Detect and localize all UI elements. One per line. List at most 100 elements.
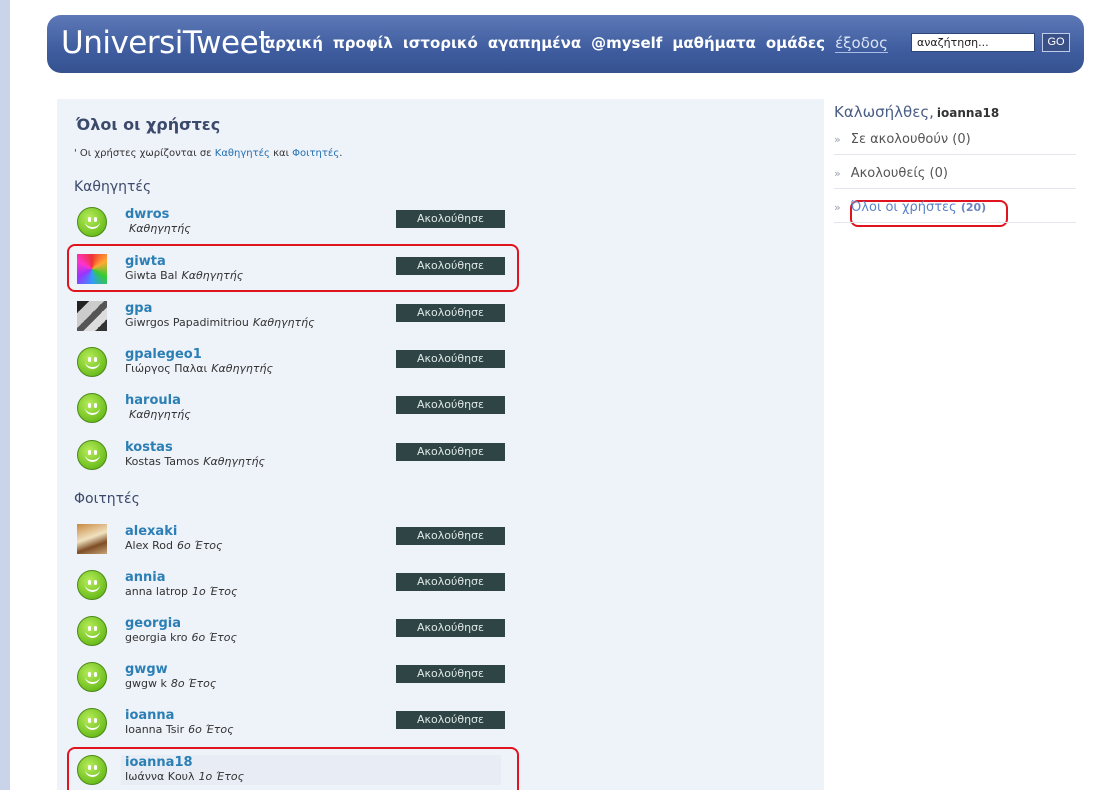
user-info: georgia kro 6ο Έτος <box>125 631 237 644</box>
nav-logout[interactable]: έξοδος <box>835 34 888 53</box>
user-fullname: anna latrop <box>125 585 189 598</box>
user-row: georgia georgia kro 6ο Έτος Ακολούθησε <box>73 614 505 652</box>
user-role: 1ο Έτος <box>192 585 238 598</box>
username-link[interactable]: dwros <box>125 207 169 222</box>
user-fullname: Ιωάννα Κουλ <box>125 770 195 783</box>
smiley-icon <box>77 755 107 785</box>
welcome-text: Καλωσήλθες, ioanna18 <box>834 99 1076 121</box>
username-link[interactable]: kostas <box>125 440 173 455</box>
user-role: Καθηγητής <box>211 362 273 375</box>
follow-button[interactable]: Ακολούθησε <box>396 619 505 637</box>
user-role: 6ο Έτος <box>177 539 223 552</box>
bullet-icon: » <box>834 167 841 180</box>
user-fullname: Kostas Tamos <box>125 455 200 468</box>
welcome-label: Καλωσήλθες, <box>834 103 934 121</box>
site-logo[interactable]: UniversiTweet <box>61 25 270 61</box>
page-title: Όλοι οι χρήστες <box>76 115 221 134</box>
user-photo <box>77 254 107 284</box>
sidebar-item-followers[interactable]: » Σε ακολουθούν (0) <box>834 121 1076 155</box>
section-students: Φοιτητές <box>74 491 140 507</box>
users-note: ' Οι χρήστες χωρίζονται σε Καθηγητές και… <box>74 148 342 159</box>
nav-home[interactable]: αρχική <box>265 34 323 53</box>
user-info: Giwta Bal Καθηγητής <box>125 269 243 282</box>
follow-button[interactable]: Ακολούθησε <box>396 396 505 414</box>
follow-button[interactable]: Ακολούθησε <box>396 711 505 729</box>
sidebar-item-label: Ακολουθείς (0) <box>850 166 948 181</box>
username-link[interactable]: gwgw <box>125 662 168 677</box>
username-link[interactable]: georgia <box>125 616 181 631</box>
bullet-icon: » <box>834 201 841 214</box>
nav-profile[interactable]: προφίλ <box>333 34 393 53</box>
user-row: kostas Kostas Tamos Καθηγητής Ακολούθησε <box>73 438 505 476</box>
nav-courses[interactable]: μαθήματα <box>672 34 756 53</box>
search-input[interactable]: αναζήτηση... <box>911 33 1035 52</box>
smiley-icon <box>77 207 107 237</box>
user-info: gwgw k 8ο Έτος <box>125 677 216 690</box>
nav-favorites[interactable]: αγαπημένα <box>488 34 581 53</box>
user-role: Καθηγητής <box>129 408 191 421</box>
user-fullname: Giwta Bal <box>125 269 178 282</box>
note-text: . <box>339 148 343 159</box>
smiley-icon <box>77 440 107 470</box>
left-edge-strip <box>0 0 10 790</box>
user-fullname: Giwrgos Papadimitriou <box>125 316 249 329</box>
username-link[interactable]: haroula <box>125 393 181 408</box>
username-link[interactable]: gpa <box>125 301 152 316</box>
user-info: anna latrop 1ο Έτος <box>125 585 238 598</box>
follow-button[interactable]: Ακολούθησε <box>396 257 505 275</box>
user-info: Ιωάννα Κουλ 1ο Έτος <box>125 770 244 783</box>
user-photo <box>77 524 107 554</box>
main-nav: αρχική προφίλ ιστορικό αγαπημένα @myself… <box>265 34 898 53</box>
sidebar-item-following[interactable]: » Ακολουθείς (0) <box>834 155 1076 189</box>
smiley-icon <box>77 616 107 646</box>
user-row: gpalegeo1 Γιώργος Παλαι Καθηγητής Ακολούθ… <box>73 345 505 383</box>
user-role: Καθηγητής <box>203 455 265 468</box>
follow-button[interactable]: Ακολούθησε <box>396 573 505 591</box>
username-link[interactable]: giwta <box>125 254 166 269</box>
user-info: Kostas Tamos Καθηγητής <box>125 455 265 468</box>
smiley-icon <box>77 347 107 377</box>
smiley-icon <box>77 570 107 600</box>
user-row: dwros Καθηγητής Ακολούθησε <box>73 205 505 243</box>
note-link-students[interactable]: Φοιτητές <box>292 148 339 159</box>
user-row: gwgw gwgw k 8ο Έτος Ακολούθησε <box>73 660 505 698</box>
follow-button[interactable]: Ακολούθησε <box>396 527 505 545</box>
user-role: 6ο Έτος <box>188 723 234 736</box>
user-row: annia anna latrop 1ο Έτος Ακολούθησε <box>73 568 505 606</box>
nav-myself[interactable]: @myself <box>591 34 662 53</box>
search-go-button[interactable]: GO <box>1042 33 1070 52</box>
right-sidebar: Καλωσήλθες, ioanna18 » Σε ακολουθούν (0) »… <box>834 99 1076 223</box>
user-info: Alex Rod 6ο Έτος <box>125 539 223 552</box>
sidebar-item-label: Όλοι οι χρήστες <box>850 200 957 215</box>
top-navbar: UniversiTweet αρχική προφίλ ιστορικό αγα… <box>47 15 1084 73</box>
note-text: ' Οι χρήστες χωρίζονται σε <box>74 148 215 159</box>
user-fullname: georgia kro <box>125 631 188 644</box>
follow-button[interactable]: Ακολούθησε <box>396 443 505 461</box>
username-link[interactable]: annia <box>125 570 166 585</box>
username-link[interactable]: ioanna <box>125 708 174 723</box>
username-link[interactable]: gpalegeo1 <box>125 347 202 362</box>
nav-groups[interactable]: ομάδες <box>766 34 825 53</box>
username-link[interactable]: ioanna18 <box>125 755 193 770</box>
smiley-icon <box>77 393 107 423</box>
username-link[interactable]: alexaki <box>125 524 177 539</box>
user-info: Giwrgos Papadimitriou Καθηγητής <box>125 316 315 329</box>
note-link-teachers[interactable]: Καθηγητές <box>215 148 270 159</box>
current-username[interactable]: ioanna18 <box>937 106 999 120</box>
follow-button[interactable]: Ακολούθησε <box>396 350 505 368</box>
user-row-self: ioanna18 Ιωάννα Κουλ 1ο Έτος <box>73 753 501 790</box>
user-role: Καθηγητής <box>129 222 191 235</box>
user-info: Καθηγητής <box>125 408 191 421</box>
user-role: 1ο Έτος <box>198 770 245 783</box>
main-panel: Όλοι οι χρήστες ' Οι χρήστες χωρίζονται … <box>57 99 824 790</box>
user-fullname: Γιώργος Παλαι <box>125 362 208 375</box>
follow-button[interactable]: Ακολούθησε <box>396 210 505 228</box>
user-role: Καθηγητής <box>181 269 244 282</box>
user-row: giwta Giwta Bal Καθηγητής Ακολούθησε <box>73 252 505 290</box>
section-teachers: Καθηγητές <box>74 179 152 195</box>
sidebar-item-all-users[interactable]: » Όλοι οι χρήστες (20) <box>834 189 1076 223</box>
follow-button[interactable]: Ακολούθησε <box>396 304 505 322</box>
follow-button[interactable]: Ακολούθησε <box>396 665 505 683</box>
note-text: και <box>269 148 293 159</box>
nav-history[interactable]: ιστορικό <box>403 34 478 53</box>
